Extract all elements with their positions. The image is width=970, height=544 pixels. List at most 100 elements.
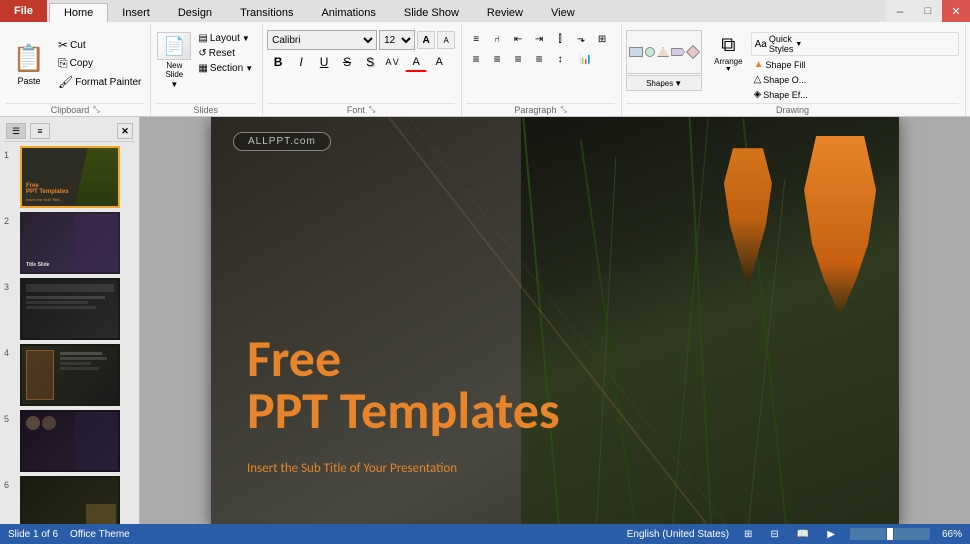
quick-styles-button[interactable]: Aa QuickStyles ▼ (751, 32, 959, 56)
tab-view[interactable]: View (537, 3, 589, 22)
columns-button[interactable]: ⫿ (550, 30, 570, 48)
slide-info: Slide 1 of 6 (8, 529, 58, 540)
format-painter-icon: 🖌 (58, 75, 73, 89)
bold-button[interactable]: B (267, 52, 289, 72)
shape-outline-icon: △ (754, 74, 762, 85)
reading-view-button[interactable]: 📖 (794, 529, 812, 540)
font-color-button[interactable]: A (405, 52, 427, 72)
clipboard-group: 📋 Paste ✂ Cut ⎘ Copy 🖌 Format Painter (4, 24, 151, 116)
layout-button[interactable]: ▤ Layout ▼ (195, 32, 256, 45)
slide-subtitle[interactable]: Insert the Sub Title of Your Presentatio… (247, 461, 457, 476)
shapes-palette[interactable] (626, 30, 702, 74)
char-spacing-button[interactable]: AV (382, 52, 404, 72)
slide-4-number: 4 (4, 348, 16, 358)
format-painter-button[interactable]: 🖌 Format Painter (55, 74, 144, 90)
slide-1-number: 1 (4, 150, 16, 160)
shape-fill-button[interactable]: ▲ Shape Fill (751, 58, 959, 71)
decrease-indent-button[interactable]: ⇤ (508, 30, 528, 48)
text-direction-button[interactable]: ⬎ (571, 30, 591, 48)
clipboard-dialog-icon[interactable]: ⤡ (93, 105, 99, 115)
tab-design[interactable]: Design (164, 3, 226, 22)
arrange-button[interactable]: ⧉ Arrange ▼ (710, 32, 746, 75)
reset-button[interactable]: ↺ Reset (195, 47, 256, 60)
slide-5-number: 5 (4, 414, 16, 424)
drawing-group: Shapes ▼ ⧉ Arrange ▼ Aa (622, 24, 966, 116)
allppt-badge: ALLPPT.com (233, 132, 331, 151)
maximize-button[interactable]: □ (914, 0, 942, 22)
font-size-select[interactable]: 12 (379, 30, 415, 50)
increase-indent-button[interactable]: ⇥ (529, 30, 549, 48)
align-right-button[interactable]: ≡ (508, 50, 528, 68)
shape-outline-button[interactable]: △ Shape O... (751, 73, 959, 86)
bullets-button[interactable]: ≡ (466, 30, 486, 48)
align-left-button[interactable]: ≡ (466, 50, 486, 68)
scissors-icon: ✂ (58, 38, 68, 52)
theme-info: Office Theme (70, 529, 130, 540)
arrange-icon: ⧉ (721, 34, 735, 57)
shadow-button[interactable]: S (359, 52, 381, 72)
zoom-slider[interactable] (850, 528, 930, 540)
slide-4-thumb[interactable]: 4 (4, 344, 135, 406)
underline-button[interactable]: U (313, 52, 335, 72)
new-slide-button[interactable]: 📄 NewSlide ▼ (155, 30, 193, 91)
reset-icon: ↺ (198, 48, 206, 59)
tab-slideshow[interactable]: Slide Show (390, 3, 473, 22)
line-spacing-button[interactable]: ↕ (550, 50, 570, 68)
language-info: English (United States) (627, 529, 729, 540)
clear-format-button[interactable]: A (428, 52, 450, 72)
slide-sorter-button[interactable]: ⊟ (767, 529, 781, 540)
slide-canvas[interactable]: ALLPPT.com Free PPT Templates Insert the… (211, 117, 899, 524)
font-name-select[interactable]: Calibri (267, 30, 377, 50)
tab-insert[interactable]: Insert (108, 3, 164, 22)
tab-transitions[interactable]: Transitions (226, 3, 307, 22)
shape-effects-button[interactable]: ◈ Shape Ef... (751, 88, 959, 101)
increase-font-button[interactable]: A (417, 31, 435, 49)
paragraph-dialog-icon[interactable]: ⤡ (560, 105, 566, 115)
tab-review[interactable]: Review (473, 3, 537, 22)
paste-button[interactable]: 📋 Paste (6, 40, 52, 88)
clipboard-label: Clipboard (51, 105, 90, 115)
slide-6-thumb[interactable]: 6 (4, 476, 135, 524)
slide-2-thumb[interactable]: 2 Title Slide (4, 212, 135, 274)
smart-art-button[interactable]: ⊞ (592, 30, 612, 48)
font-dialog-icon[interactable]: ⤡ (369, 105, 375, 115)
close-button[interactable]: ✕ (942, 0, 970, 22)
section-button[interactable]: ▦ Section ▼ (195, 62, 256, 75)
quick-styles-icon: Aa (755, 39, 767, 50)
slide-3-thumb[interactable]: 3 (4, 278, 135, 340)
normal-view-button[interactable]: ⊞ (741, 529, 755, 540)
copy-button[interactable]: ⎘ Copy (55, 55, 144, 72)
slide-2-number: 2 (4, 216, 16, 226)
slide-title[interactable]: Free PPT Templates (247, 332, 560, 436)
close-panel-button[interactable]: ✕ (117, 123, 133, 139)
cut-button[interactable]: ✂ Cut (55, 37, 144, 53)
paragraph-group: ≡ ⑁ ⇤ ⇥ ⫿ ⬎ ⊞ ≡ ≡ ≡ ≡ ↕ 📊 Para (462, 24, 622, 116)
numbering-button[interactable]: ⑁ (487, 30, 507, 48)
new-slide-icon: 📄 (157, 32, 191, 60)
align-center-button[interactable]: ≡ (487, 50, 507, 68)
slides-view-button[interactable]: ☰ (6, 123, 26, 139)
justify-button[interactable]: ≡ (529, 50, 549, 68)
tab-home[interactable]: Home (49, 3, 108, 22)
slide-1-thumb[interactable]: 1 FreePPT Templates Insert the Sub Title… (4, 146, 135, 208)
title-line2: PPT Templates (247, 384, 560, 436)
minimize-button[interactable]: – (886, 0, 914, 22)
title-line1: Free (247, 332, 560, 384)
slides-panel: ☰ ≡ ✕ 1 FreePPT Templates Insert the Sub… (0, 117, 140, 524)
italic-button[interactable]: I (290, 52, 312, 72)
slideshow-button[interactable]: ▶ (824, 529, 838, 540)
status-bar: Slide 1 of 6 Office Theme English (Unite… (0, 524, 970, 544)
paste-label: Paste (17, 76, 40, 86)
section-icon: ▦ (198, 63, 207, 74)
file-tab[interactable]: File (0, 0, 47, 22)
strikethrough-button[interactable]: S (336, 52, 358, 72)
new-slide-dropdown-icon[interactable]: ▼ (170, 80, 178, 89)
outline-view-button[interactable]: ≡ (30, 123, 50, 139)
slide-5-thumb[interactable]: 5 (4, 410, 135, 472)
tab-animations[interactable]: Animations (307, 3, 389, 22)
shapes-button[interactable]: Shapes ▼ (626, 75, 702, 91)
slides-group: 📄 NewSlide ▼ ▤ Layout ▼ ↺ Reset ▦ (151, 24, 263, 116)
layout-icon: ▤ (198, 33, 207, 44)
chart-button[interactable]: 📊 (571, 50, 601, 68)
decrease-font-button[interactable]: A (437, 31, 455, 49)
